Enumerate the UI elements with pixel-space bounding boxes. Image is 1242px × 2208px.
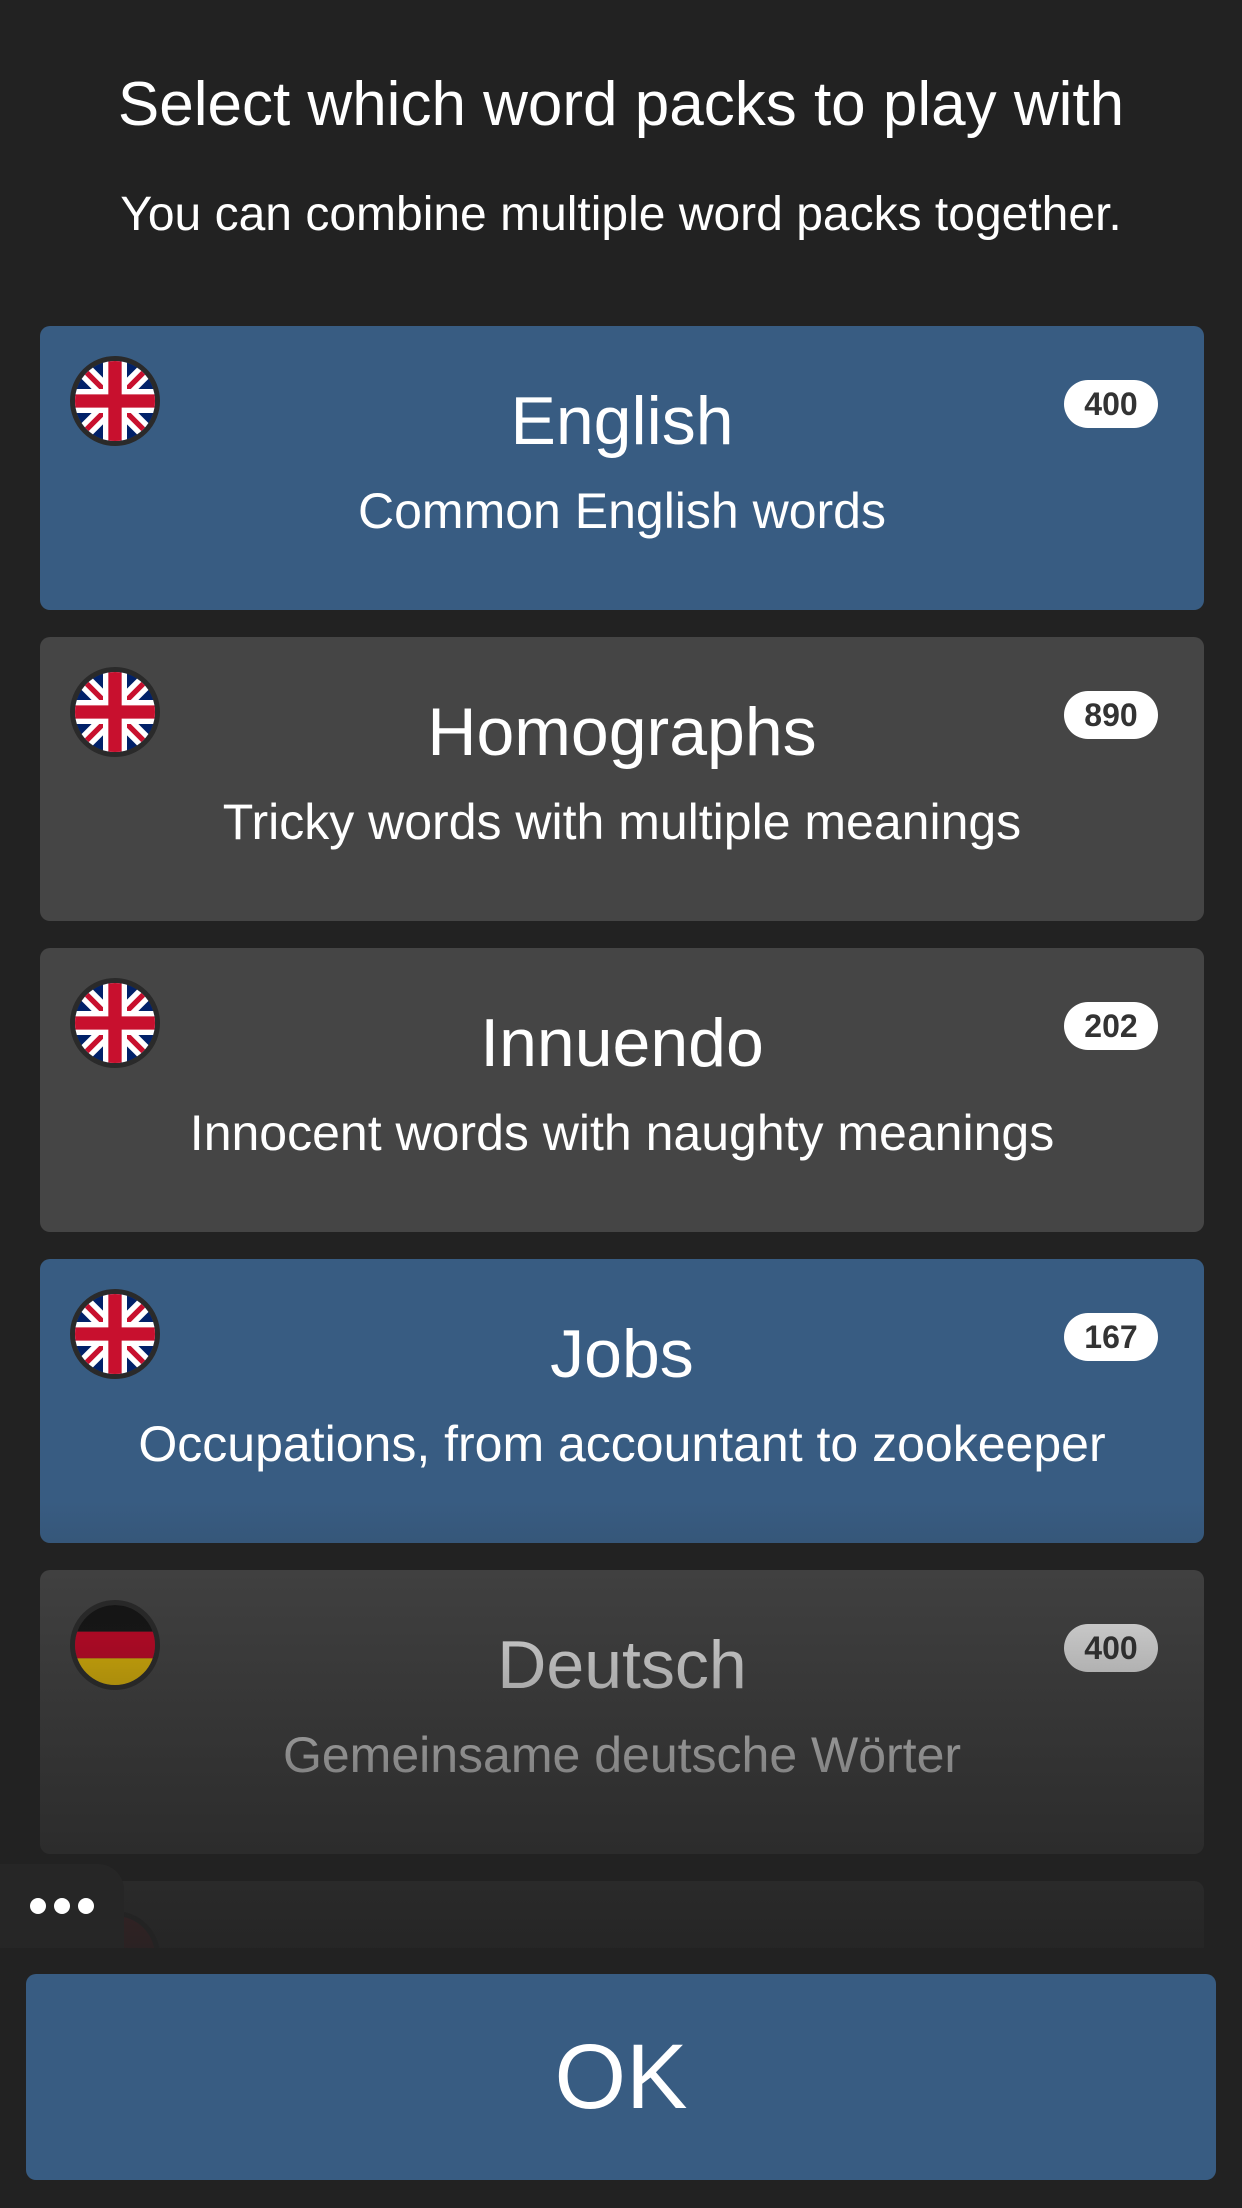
footer: OK: [0, 1948, 1242, 2208]
more-horizontal-icon: [30, 1898, 46, 1914]
pack-description: Gemeinsame deutsche Wörter: [282, 1727, 962, 1783]
pack-word-count-badge: 167: [1064, 1313, 1158, 1361]
pack-name: Innuendo: [480, 1005, 764, 1081]
pack-word-count-badge: 400: [1064, 380, 1158, 428]
ok-button[interactable]: OK: [26, 1974, 1216, 2180]
word-pack-list[interactable]: English Common English words 400 Homogra…: [40, 326, 1204, 1948]
pack-card-innuendo[interactable]: Innuendo Innocent words with naughty mea…: [40, 948, 1204, 1232]
more-horizontal-icon-dot: [78, 1898, 94, 1914]
pack-word-count-badge: 890: [1064, 691, 1158, 739]
pack-name: Jobs: [550, 1316, 694, 1392]
pack-word-count-badge: 202: [1064, 1002, 1158, 1050]
pack-description: Tricky words with multiple meanings: [222, 794, 1022, 850]
pack-word-count-badge: 400: [1064, 1624, 1158, 1672]
pack-description: Common English words: [358, 483, 886, 539]
pack-card-english[interactable]: English Common English words 400: [40, 326, 1204, 610]
pack-name: Homographs: [427, 694, 817, 770]
pack-card-partial[interactable]: [40, 1881, 1204, 1948]
more-options-button[interactable]: [0, 1864, 124, 1948]
page-subtitle: You can combine multiple word packs toge…: [120, 188, 1122, 241]
more-horizontal-icon-dot: [54, 1898, 70, 1914]
pack-name: Deutsch: [497, 1627, 747, 1703]
page-title: Select which word packs to play with: [117, 70, 1125, 139]
pack-name: English: [510, 383, 734, 459]
pack-description: Occupations, from accountant to zookeepe…: [138, 1416, 1106, 1472]
pack-card-deutsch[interactable]: Deutsch Gemeinsame deutsche Wörter 400: [40, 1570, 1204, 1854]
pack-card-jobs[interactable]: Jobs Occupations, from accountant to zoo…: [40, 1259, 1204, 1543]
pack-card-homographs[interactable]: Homographs Tricky words with multiple me…: [40, 637, 1204, 921]
pack-description: Innocent words with naughty meanings: [189, 1105, 1055, 1161]
